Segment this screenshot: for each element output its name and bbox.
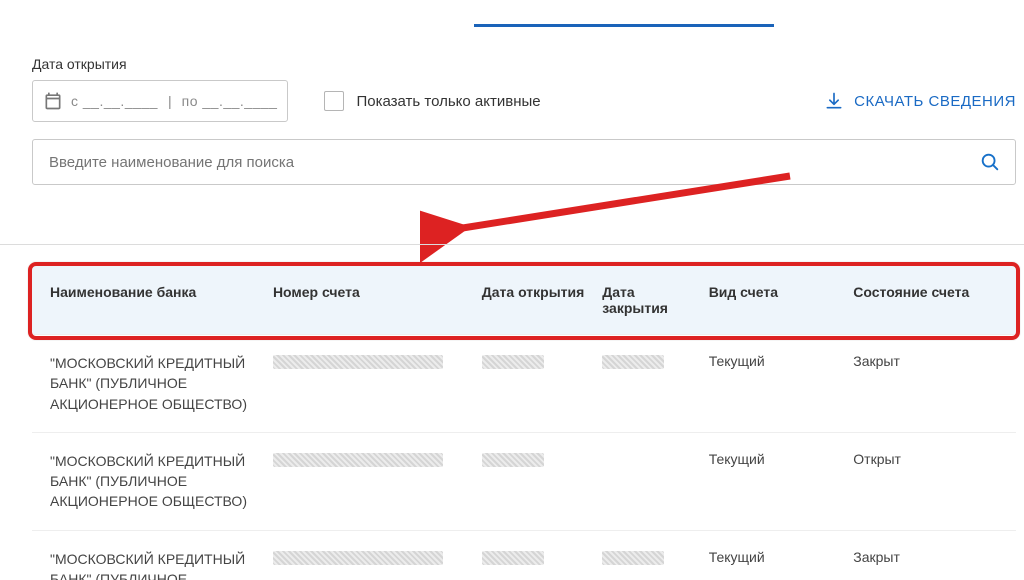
cell-open-date bbox=[474, 335, 594, 433]
col-account-no[interactable]: Номер счета bbox=[265, 266, 474, 335]
checkbox-box bbox=[324, 91, 344, 111]
download-label: СКАЧАТЬ СВЕДЕНИЯ bbox=[854, 93, 1016, 110]
search-icon bbox=[979, 151, 1001, 173]
col-state[interactable]: Состояние счета bbox=[845, 266, 1016, 335]
cell-type: Текущий bbox=[701, 432, 846, 530]
cell-account-no bbox=[265, 530, 474, 580]
cell-open-date bbox=[474, 432, 594, 530]
date-open-label: Дата открытия bbox=[32, 56, 1016, 72]
table-row[interactable]: "МОСКОВСКИЙ КРЕДИТНЫЙ БАНК" (ПУБЛИЧНОЕ А… bbox=[32, 335, 1016, 433]
download-button[interactable]: СКАЧАТЬ СВЕДЕНИЯ bbox=[824, 91, 1016, 111]
table-row[interactable]: "МОСКОВСКИЙ КРЕДИТНЫЙ БАНК" (ПУБЛИЧНОЕ А… bbox=[32, 530, 1016, 580]
col-open-date[interactable]: Дата открытия bbox=[474, 266, 594, 335]
date-from-placeholder: __.__.____ bbox=[83, 93, 158, 109]
search-input[interactable] bbox=[47, 153, 979, 172]
accounts-table: Наименование банка Номер счета Дата откр… bbox=[32, 266, 1016, 580]
date-from-prefix: с bbox=[71, 93, 79, 109]
search-input-wrapper[interactable] bbox=[32, 139, 1016, 185]
col-bank-name[interactable]: Наименование банка bbox=[32, 266, 265, 335]
table-header-row: Наименование банка Номер счета Дата откр… bbox=[32, 266, 1016, 335]
cell-open-date bbox=[474, 530, 594, 580]
cell-account-no bbox=[265, 335, 474, 433]
date-to-prefix: по bbox=[182, 93, 198, 109]
cell-close-date bbox=[594, 432, 700, 530]
col-account-type[interactable]: Вид счета bbox=[701, 266, 846, 335]
show-active-only-checkbox[interactable]: Показать только активные bbox=[324, 91, 540, 111]
accounts-table-container: Наименование банка Номер счета Дата откр… bbox=[32, 266, 1016, 580]
calendar-icon bbox=[43, 91, 63, 111]
cell-bank: "МОСКОВСКИЙ КРЕДИТНЫЙ БАНК" (ПУБЛИЧНОЕ А… bbox=[32, 432, 265, 530]
cell-state: Закрыт bbox=[845, 335, 1016, 433]
active-tab-underline bbox=[474, 24, 774, 27]
cell-state: Открыт bbox=[845, 432, 1016, 530]
col-close-date[interactable]: Дата закрытия bbox=[594, 266, 700, 335]
cell-type: Текущий bbox=[701, 530, 846, 580]
cell-bank: "МОСКОВСКИЙ КРЕДИТНЫЙ БАНК" (ПУБЛИЧНОЕ А… bbox=[32, 335, 265, 433]
cell-close-date bbox=[594, 335, 700, 433]
download-icon bbox=[824, 91, 844, 111]
section-divider bbox=[0, 244, 1024, 245]
cell-type: Текущий bbox=[701, 335, 846, 433]
date-range-input[interactable]: с __.__.____ | по __.__.____ bbox=[32, 80, 288, 122]
checkbox-label: Показать только активные bbox=[356, 93, 540, 110]
date-range-separator: | bbox=[168, 93, 172, 109]
cell-account-no bbox=[265, 432, 474, 530]
cell-close-date bbox=[594, 530, 700, 580]
cell-state: Закрыт bbox=[845, 530, 1016, 580]
date-to-placeholder: __.__.____ bbox=[202, 93, 277, 109]
table-row[interactable]: "МОСКОВСКИЙ КРЕДИТНЫЙ БАНК" (ПУБЛИЧНОЕ А… bbox=[32, 432, 1016, 530]
cell-bank: "МОСКОВСКИЙ КРЕДИТНЫЙ БАНК" (ПУБЛИЧНОЕ А… bbox=[32, 530, 265, 580]
